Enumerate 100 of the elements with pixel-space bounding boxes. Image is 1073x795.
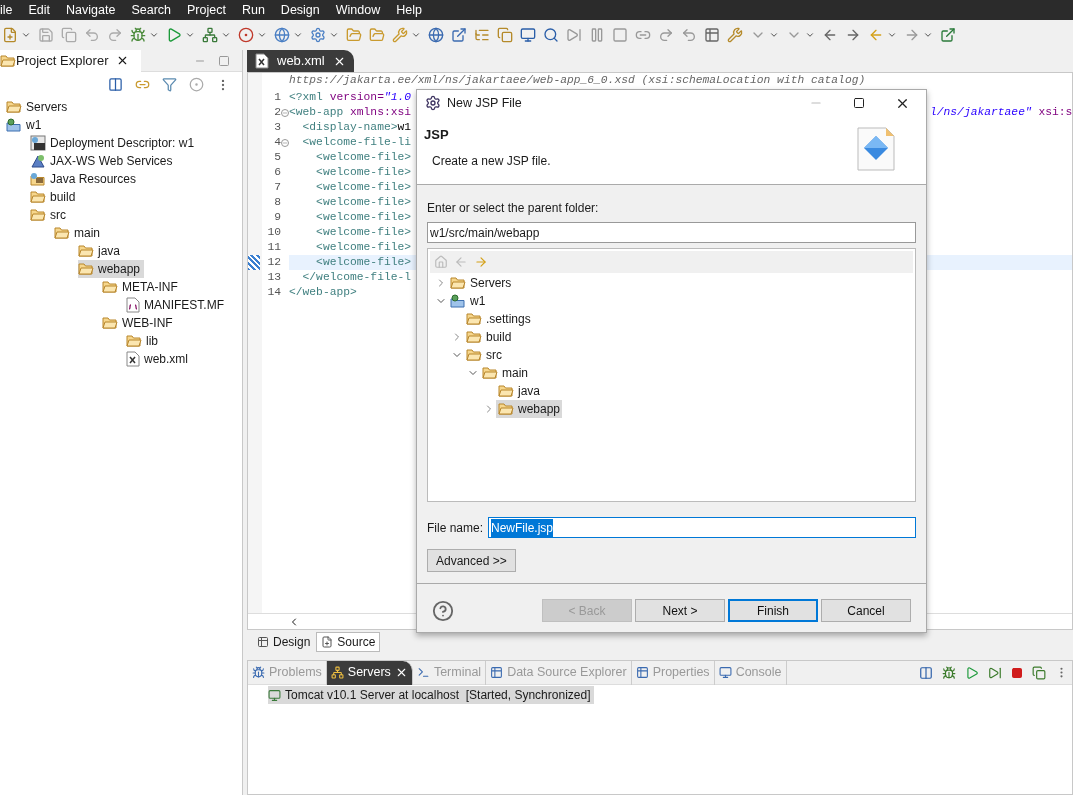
resume-icon[interactable] (566, 27, 582, 43)
wizard-button[interactable]: Cancel (821, 599, 911, 622)
tree-item[interactable]: Servers (448, 274, 514, 292)
menu-item[interactable]: Navigate (66, 0, 116, 20)
menu-item[interactable]: Edit (28, 0, 51, 20)
tree-item[interactable]: META-INF (102, 278, 182, 296)
dropdown-caret-icon[interactable] (411, 30, 421, 40)
code-text: <welcome-file> (315, 226, 412, 238)
search-icon[interactable] (543, 27, 559, 43)
stop-icon[interactable] (1011, 666, 1023, 679)
tree-item[interactable]: WEB-INF (102, 314, 177, 332)
table-icon[interactable] (704, 27, 720, 43)
parent-folder-field[interactable]: w1/src/main/webapp (427, 222, 916, 243)
globe-icon[interactable] (428, 27, 444, 43)
view-tab[interactable]: Servers (326, 660, 413, 685)
menu-item[interactable]: Search (131, 0, 171, 20)
tree-item[interactable]: src (30, 206, 70, 224)
tree-item[interactable]: src (464, 346, 504, 364)
dialog-title: New JSP File (447, 94, 522, 112)
file-name-field[interactable]: NewFile.jsp (488, 517, 916, 538)
open-folder-icon[interactable] (369, 27, 385, 43)
servers-folder-icon (6, 100, 22, 114)
tree-item[interactable]: w1 (6, 116, 46, 134)
dropdown-caret-icon[interactable] (221, 30, 231, 40)
wizard-button[interactable]: Next > (635, 599, 725, 622)
editor-tab[interactable]: web.xml (247, 50, 354, 72)
filter-icon[interactable] (162, 77, 177, 92)
open-external-icon[interactable] (451, 27, 467, 43)
editor-mode-tab[interactable]: Design (253, 632, 315, 652)
tree-item[interactable]: Java Resources (30, 170, 141, 188)
tree-item[interactable]: webapp (496, 400, 563, 418)
tree-item[interactable]: .settings (464, 310, 533, 328)
wizard-button[interactable]: Finish (728, 599, 818, 622)
tree-item[interactable]: build (464, 328, 514, 346)
back-icon[interactable] (868, 27, 884, 43)
menu-item[interactable]: Help (396, 0, 422, 20)
wrench-icon[interactable] (727, 27, 743, 43)
run-icon[interactable] (166, 27, 182, 43)
menu-item[interactable]: Run (241, 0, 265, 20)
forward-icon[interactable] (474, 255, 488, 269)
monitor-icon[interactable] (520, 27, 536, 43)
globe-icon[interactable] (274, 27, 290, 43)
dropdown-caret-icon[interactable] (257, 30, 267, 40)
code-text: <welcome-file> (315, 241, 412, 253)
dropdown-caret-icon[interactable] (805, 30, 815, 40)
open-folder-icon[interactable] (346, 27, 362, 43)
bug-icon[interactable] (130, 27, 146, 43)
advanced-button[interactable]: Advanced >> (427, 549, 516, 572)
copy-icon[interactable] (497, 27, 513, 43)
forward-icon[interactable] (845, 27, 861, 43)
project-icon (6, 118, 22, 132)
save-icon[interactable] (38, 27, 54, 43)
wrench-icon[interactable] (392, 27, 408, 43)
tree-item[interactable]: main (480, 364, 530, 382)
back-icon[interactable] (822, 27, 838, 43)
pause-icon[interactable] (589, 27, 605, 43)
tree-item[interactable]: webapp (78, 260, 145, 278)
tree-item[interactable]: Deployment Descriptor: w1 (30, 134, 199, 152)
wizard-heading: JSP (424, 126, 450, 144)
redo-icon[interactable] (107, 27, 123, 43)
source-icon (321, 636, 334, 648)
tree-item[interactable]: MANIFEST.MF (126, 296, 228, 314)
tree-item[interactable]: build (30, 188, 80, 206)
help-icon[interactable] (432, 599, 454, 622)
gear-icon[interactable] (310, 27, 326, 43)
view-tab[interactable]: Project Explorer (0, 49, 142, 72)
stop-icon[interactable] (612, 27, 628, 43)
menu-item[interactable]: Window (335, 0, 381, 20)
menu-item[interactable]: Design (280, 0, 320, 20)
new-file-icon[interactable] (2, 27, 18, 43)
copy-icon[interactable] (61, 27, 77, 43)
server-row[interactable]: Tomcat v10.1 Server at localhost [Started, Synchronized] (268, 686, 595, 704)
tree-item[interactable]: java (496, 382, 542, 400)
tree-item[interactable]: web.xml (126, 350, 192, 368)
network-icon[interactable] (202, 27, 218, 43)
dropdown-caret-icon[interactable] (769, 30, 779, 40)
dropdown-caret-icon[interactable] (149, 30, 159, 40)
dropdown-caret-icon[interactable] (293, 30, 303, 40)
undo-icon[interactable] (84, 27, 100, 43)
tree-item[interactable]: java (78, 242, 124, 260)
dropdown-caret-icon[interactable] (923, 30, 933, 40)
start-icon[interactable] (965, 665, 979, 680)
menu-item[interactable]: ile (0, 0, 13, 20)
editor-mode-tab[interactable]: Source (316, 632, 381, 652)
folder-icon (466, 312, 482, 326)
tree-item[interactable]: Servers (6, 98, 72, 116)
menu-item[interactable]: Project (187, 0, 226, 20)
tree-item[interactable]: JAX-WS Web Services (30, 152, 177, 170)
tree-item[interactable]: w1 (448, 292, 488, 310)
eclipse-icon (425, 95, 441, 111)
tree-item[interactable]: main (54, 224, 104, 242)
debug-icon[interactable] (942, 665, 956, 680)
tree-item[interactable]: lib (126, 332, 162, 350)
forward-icon[interactable] (904, 27, 920, 43)
dropdown-caret-icon[interactable] (887, 30, 897, 40)
dropdown-caret-icon[interactable] (185, 30, 195, 40)
dropdown-caret-icon[interactable] (329, 30, 339, 40)
maximize-icon[interactable] (853, 97, 865, 109)
dropdown-caret-icon[interactable] (21, 30, 31, 40)
outline-icon[interactable] (474, 27, 490, 43)
